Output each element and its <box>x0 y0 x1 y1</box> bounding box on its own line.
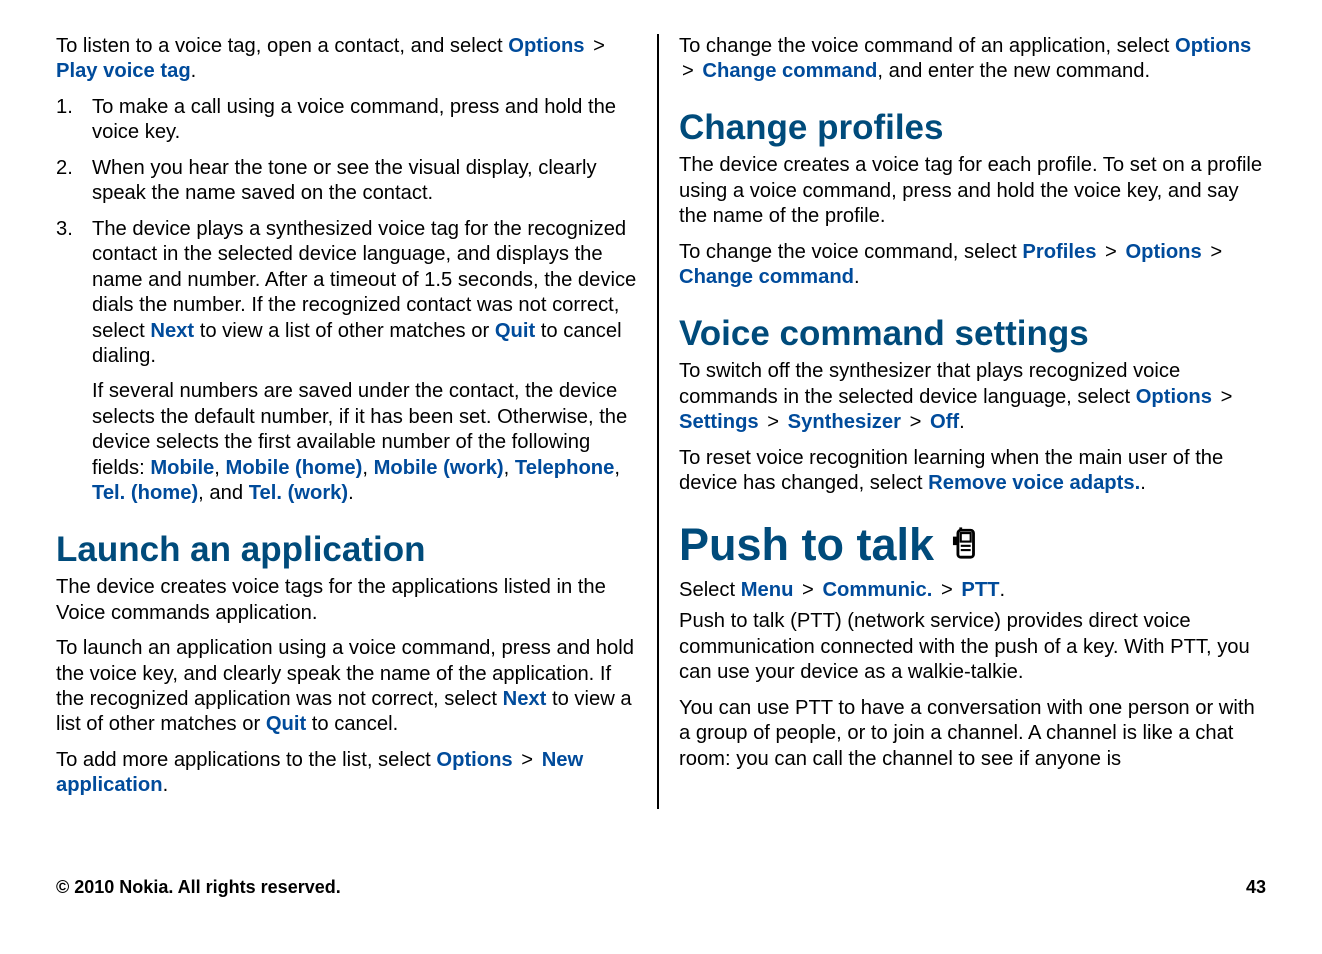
breadcrumb-separator: > <box>938 578 956 603</box>
step-text: To make a call using a voice command, pr… <box>92 96 616 143</box>
text: . <box>163 774 169 796</box>
breadcrumb-separator: > <box>799 578 817 603</box>
settings-p2: To reset voice recognition learning when… <box>679 446 1264 497</box>
content-area: To listen to a voice tag, open a contact… <box>0 0 1322 809</box>
copyright-text: © 2010 Nokia. All rights reserved. <box>56 877 341 898</box>
step-number: 2. <box>56 156 84 181</box>
breadcrumb-separator: > <box>1218 385 1236 410</box>
text: , <box>504 457 515 479</box>
profiles-p2: To change the voice command, select Prof… <box>679 240 1264 291</box>
remove-voice-adapts-link[interactable]: Remove voice adapts. <box>928 472 1140 494</box>
settings-link[interactable]: Settings <box>679 411 759 433</box>
text: To listen to a voice tag, open a contact… <box>56 35 508 57</box>
text: . <box>191 60 197 82</box>
text: To add more applications to the list, se… <box>56 749 436 771</box>
step-1: 1. To make a call using a voice command,… <box>56 95 641 146</box>
mobile-link[interactable]: Mobile <box>150 457 214 479</box>
walkie-talkie-icon <box>948 520 982 570</box>
change-command-link[interactable]: Change command <box>702 60 877 82</box>
next-link[interactable]: Next <box>150 320 194 342</box>
launch-p2: To launch an application using a voice c… <box>56 636 641 738</box>
quit-link[interactable]: Quit <box>495 320 535 342</box>
text: . <box>1140 472 1146 494</box>
breadcrumb-separator: > <box>907 410 925 435</box>
text: , and <box>198 482 249 504</box>
options-link[interactable]: Options <box>1136 386 1212 408</box>
options-link[interactable]: Options <box>508 35 584 57</box>
ptt-select-path: Select Menu > Communic. > PTT. <box>679 578 1264 603</box>
text: , <box>214 457 225 479</box>
off-link[interactable]: Off <box>930 411 959 433</box>
voice-tag-intro: To listen to a voice tag, open a contact… <box>56 34 641 85</box>
quit-link[interactable]: Quit <box>266 713 306 735</box>
text: , and enter the new command. <box>877 60 1150 82</box>
heading-text: Push to talk <box>679 520 934 570</box>
options-link[interactable]: Options <box>1125 241 1201 263</box>
text: , <box>362 457 373 479</box>
ptt-link[interactable]: PTT <box>961 579 999 601</box>
breadcrumb-separator: > <box>764 410 782 435</box>
profiles-link[interactable]: Profiles <box>1022 241 1096 263</box>
next-link[interactable]: Next <box>503 688 547 710</box>
page-number: 43 <box>1246 877 1266 898</box>
tel-home-link[interactable]: Tel. (home) <box>92 482 198 504</box>
manual-page: To listen to a voice tag, open a contact… <box>0 0 1322 954</box>
ptt-p1: Push to talk (PTT) (network service) pro… <box>679 609 1264 685</box>
text: , <box>614 457 620 479</box>
breadcrumb-separator: > <box>679 59 697 84</box>
launch-p3: To add more applications to the list, se… <box>56 748 641 799</box>
left-column: To listen to a voice tag, open a contact… <box>56 34 657 809</box>
step-text: When you hear the tone or see the visual… <box>92 157 597 204</box>
step-number: 3. <box>56 217 84 242</box>
text: to cancel. <box>306 713 398 735</box>
text: To change the voice command of an applic… <box>679 35 1175 57</box>
text: . <box>959 411 965 433</box>
voice-command-settings-heading: Voice command settings <box>679 315 1264 354</box>
step-2: 2. When you hear the tone or see the vis… <box>56 156 641 207</box>
text: To change the voice command, select <box>679 241 1022 263</box>
step-3-continuation: If several numbers are saved under the c… <box>56 379 641 506</box>
text: Select <box>679 579 741 601</box>
play-voice-tag-link[interactable]: Play voice tag <box>56 60 191 82</box>
step-3: 3. The device plays a synthesized voice … <box>56 217 641 370</box>
communic-link[interactable]: Communic. <box>822 579 932 601</box>
breadcrumb-separator: > <box>1102 240 1120 265</box>
text: . <box>1000 579 1006 601</box>
settings-p1: To switch off the synthesizer that plays… <box>679 359 1264 435</box>
options-link[interactable]: Options <box>436 749 512 771</box>
voice-call-steps: 1. To make a call using a voice command,… <box>56 95 641 370</box>
change-command-link[interactable]: Change command <box>679 266 854 288</box>
menu-link[interactable]: Menu <box>741 579 794 601</box>
text: To switch off the synthesizer that plays… <box>679 360 1180 407</box>
change-profiles-heading: Change profiles <box>679 109 1264 148</box>
breadcrumb-separator: > <box>518 748 536 773</box>
text: . <box>348 482 354 504</box>
step-number: 1. <box>56 95 84 120</box>
launch-p1: The device creates voice tags for the ap… <box>56 575 641 626</box>
synthesizer-link[interactable]: Synthesizer <box>788 411 901 433</box>
mobile-home-link[interactable]: Mobile (home) <box>226 457 363 479</box>
step-text: to view a list of other matches or <box>194 320 495 342</box>
breadcrumb-separator: > <box>1207 240 1225 265</box>
right-column: To change the voice command of an applic… <box>657 34 1264 809</box>
breadcrumb-separator: > <box>590 34 608 59</box>
profiles-p1: The device creates a voice tag for each … <box>679 153 1264 229</box>
page-footer: © 2010 Nokia. All rights reserved. 43 <box>56 877 1266 898</box>
mobile-work-link[interactable]: Mobile (work) <box>374 457 504 479</box>
ptt-p2: You can use PTT to have a conversation w… <box>679 696 1264 772</box>
launch-application-heading: Launch an application <box>56 531 641 570</box>
change-command-p: To change the voice command of an applic… <box>679 34 1264 85</box>
text: . <box>854 266 860 288</box>
push-to-talk-heading: Push to talk <box>679 520 1264 570</box>
options-link[interactable]: Options <box>1175 35 1251 57</box>
telephone-link[interactable]: Telephone <box>515 457 614 479</box>
tel-work-link[interactable]: Tel. (work) <box>249 482 348 504</box>
